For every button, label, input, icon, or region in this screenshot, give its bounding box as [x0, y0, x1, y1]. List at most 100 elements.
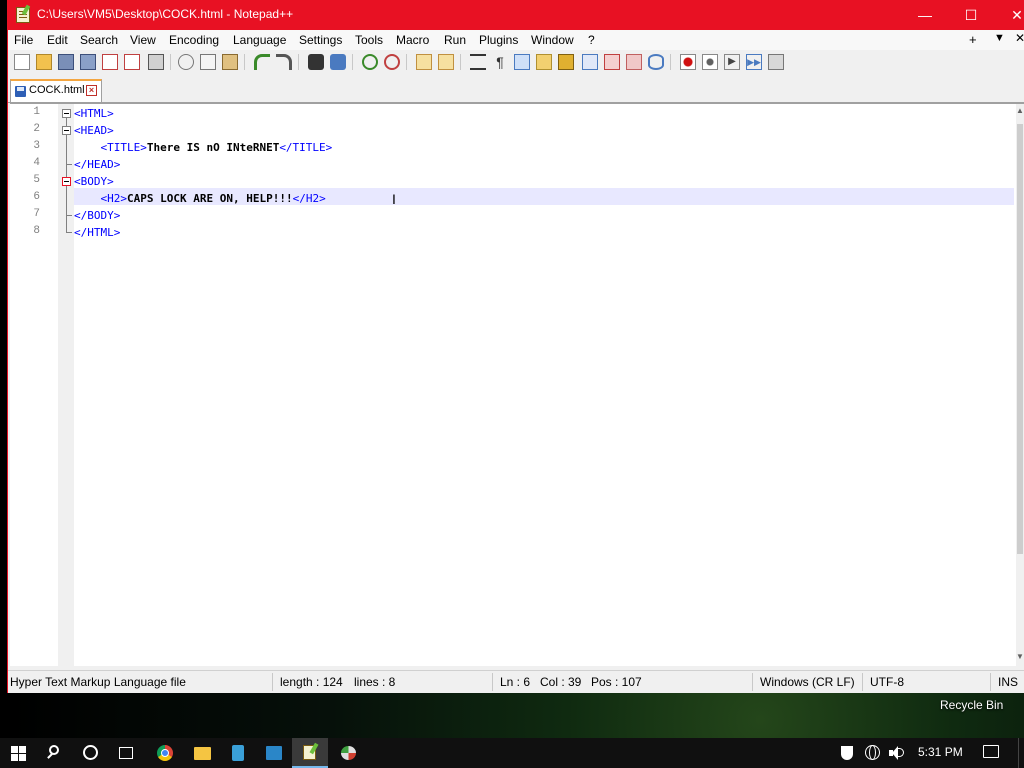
tab-list-dropdown-icon[interactable]: ▼	[994, 32, 1005, 44]
notepad-plus-plus-taskbar-icon[interactable]	[292, 738, 328, 768]
minimize-button[interactable]: —	[902, 0, 948, 30]
scroll-up-icon[interactable]: ▲	[1016, 106, 1024, 115]
menu-plugins[interactable]: Plugins	[479, 33, 518, 47]
menu-settings[interactable]: Settings	[299, 33, 342, 47]
code-line[interactable]: <TITLE>There IS nO INteRNET</TITLE>	[74, 139, 333, 156]
show-desktop-button[interactable]	[1018, 738, 1024, 768]
play-macro-icon[interactable]: ▶	[724, 54, 740, 70]
paste-icon[interactable]	[222, 54, 238, 70]
menu-file[interactable]: File	[14, 33, 33, 47]
search-icon[interactable]	[36, 738, 72, 768]
code-line[interactable]: </HEAD>	[74, 156, 120, 173]
menu-edit[interactable]: Edit	[47, 33, 68, 47]
word-wrap-icon[interactable]	[470, 54, 486, 70]
app-icon[interactable]	[256, 738, 292, 768]
redo-icon[interactable]	[276, 54, 292, 70]
show-all-characters-icon[interactable]: ¶	[492, 54, 508, 70]
cut-icon[interactable]	[178, 54, 194, 70]
sync-vertical-icon[interactable]	[416, 54, 432, 70]
sync-horizontal-icon[interactable]	[438, 54, 454, 70]
volume-icon[interactable]	[888, 745, 904, 760]
cortana-icon[interactable]	[72, 738, 108, 768]
code-line[interactable]: <HTML>	[74, 105, 114, 122]
menu-tools[interactable]: Tools	[355, 33, 383, 47]
taskbar-clock[interactable]: 5:31 PM	[918, 745, 963, 759]
open-file-icon[interactable]	[36, 54, 52, 70]
security-shield-icon[interactable]	[840, 746, 854, 760]
status-separator	[862, 673, 863, 691]
record-macro-icon[interactable]	[680, 54, 696, 70]
save-icon[interactable]	[58, 54, 74, 70]
close-all-icon[interactable]	[124, 54, 140, 70]
tab-cock-html[interactable]: COCK.html ×	[10, 79, 102, 102]
code-line[interactable]: <H2>CAPS LOCK ARE ON, HELP!!!</H2>	[74, 190, 326, 207]
code-editor[interactable]: 1 2 3 4 5 6 7 8 <HTML> <HEAD> <TITLE>The…	[10, 103, 1024, 666]
save-all-icon[interactable]	[80, 54, 96, 70]
document-map-icon[interactable]	[558, 54, 574, 70]
windows-start-icon[interactable]	[0, 738, 36, 768]
menu-macro[interactable]: Macro	[396, 33, 429, 47]
menu-language[interactable]: Language	[233, 33, 286, 47]
code-line[interactable]: <BODY>	[74, 173, 114, 190]
network-globe-icon[interactable]	[865, 745, 880, 760]
status-insert-mode[interactable]: INS	[998, 675, 1018, 689]
code-line[interactable]: </HTML>	[74, 224, 120, 241]
run-macro-multiple-icon[interactable]: ▶▶	[746, 54, 762, 70]
find-icon[interactable]	[308, 54, 324, 70]
fold-toggle-icon[interactable]	[62, 109, 71, 118]
title-bar[interactable]: C:\Users\VM5\Desktop\COCK.html - Notepad…	[8, 0, 1024, 30]
code-line[interactable]: </BODY>	[74, 207, 120, 224]
monitoring-icon[interactable]	[648, 54, 664, 70]
folder-as-workspace-icon[interactable]	[604, 54, 620, 70]
scrollbar-thumb[interactable]	[1017, 124, 1023, 554]
recycle-bin-label[interactable]: Recycle Bin	[940, 698, 1003, 712]
close-button[interactable]: ✕	[994, 0, 1024, 30]
saved-disk-icon	[15, 86, 26, 97]
undo-icon[interactable]	[254, 54, 270, 70]
status-encoding[interactable]: UTF-8	[870, 675, 904, 689]
code-line[interactable]: <HEAD>	[74, 122, 114, 139]
menu-search[interactable]: Search	[80, 33, 118, 47]
action-center-icon[interactable]	[983, 745, 999, 758]
zoom-out-icon[interactable]	[384, 54, 400, 70]
new-file-icon[interactable]	[14, 54, 30, 70]
toolbar-separator	[170, 54, 171, 70]
project-panel-icon[interactable]	[626, 54, 642, 70]
menu-run[interactable]: Run	[444, 33, 466, 47]
zoom-in-icon[interactable]	[362, 54, 378, 70]
fold-toggle-icon[interactable]	[62, 177, 71, 186]
print-icon[interactable]	[148, 54, 164, 70]
app-icon[interactable]	[330, 738, 366, 768]
app-icon[interactable]	[220, 738, 256, 768]
scroll-down-icon[interactable]: ▼	[1016, 652, 1024, 661]
user-defined-language-icon[interactable]	[536, 54, 552, 70]
code-tag: </TITLE>	[279, 141, 333, 154]
fold-end-marker	[66, 164, 72, 165]
toolbar-separator	[352, 54, 353, 70]
menu-encoding[interactable]: Encoding	[169, 33, 219, 47]
copy-icon[interactable]	[200, 54, 216, 70]
maximize-button[interactable]: ☐	[948, 0, 994, 30]
fold-toggle-icon[interactable]	[62, 126, 71, 135]
file-explorer-icon[interactable]	[184, 738, 220, 768]
task-view-icon[interactable]	[108, 738, 144, 768]
new-tab-plus-icon[interactable]: +	[969, 32, 977, 47]
save-macro-icon[interactable]	[768, 54, 784, 70]
menu-help[interactable]: ?	[588, 33, 595, 47]
find-replace-icon[interactable]	[330, 54, 346, 70]
menu-window[interactable]: Window	[531, 33, 574, 47]
function-list-icon[interactable]	[582, 54, 598, 70]
indent-guide-icon[interactable]	[514, 54, 530, 70]
line-number: 8	[33, 225, 40, 237]
close-file-icon[interactable]	[102, 54, 118, 70]
close-document-icon[interactable]: ✕	[1015, 31, 1024, 45]
tab-close-icon[interactable]: ×	[86, 85, 97, 96]
menu-view[interactable]: View	[130, 33, 156, 47]
code-tag: <TITLE>	[100, 141, 147, 154]
status-eol[interactable]: Windows (CR LF)	[760, 675, 855, 689]
stop-recording-icon[interactable]	[702, 54, 718, 70]
notepad-app-icon[interactable]	[16, 7, 30, 23]
status-lines: lines : 8	[354, 675, 396, 689]
vertical-scrollbar[interactable]: ▲ ▼	[1016, 104, 1024, 666]
chrome-icon[interactable]	[146, 738, 182, 768]
